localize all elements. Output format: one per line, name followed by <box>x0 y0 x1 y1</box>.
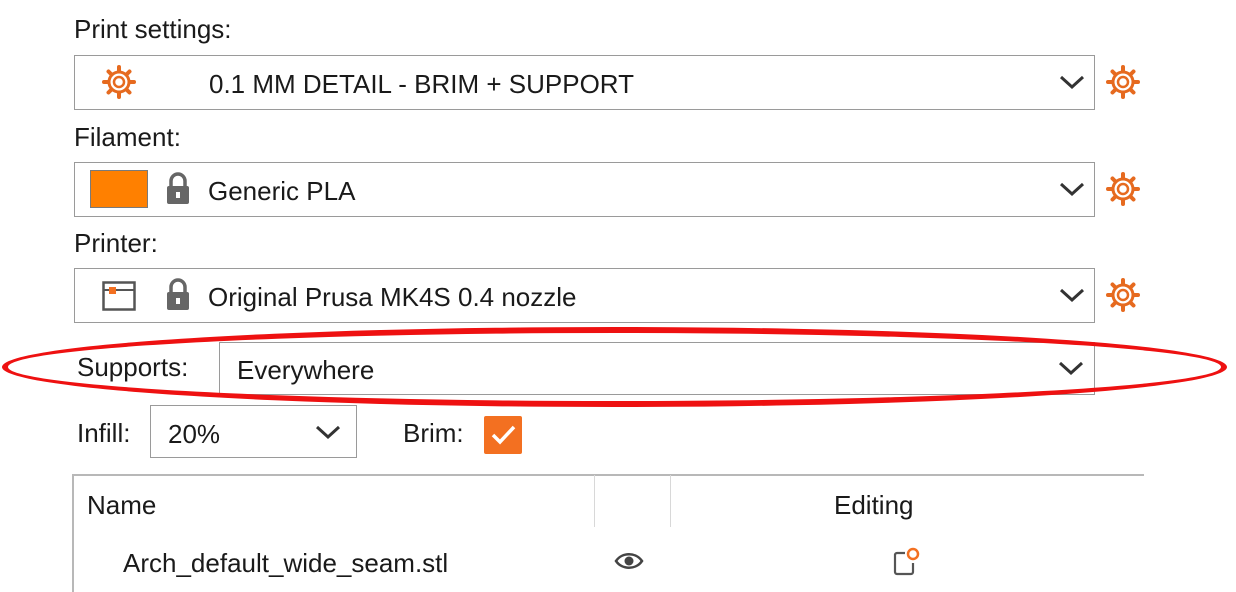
supports-combobox[interactable]: Everywhere <box>219 342 1095 395</box>
supports-value: Everywhere <box>237 355 375 385</box>
supports-label: Supports: <box>77 352 189 382</box>
printer-label: Printer: <box>74 228 158 258</box>
column-divider <box>594 475 595 527</box>
printer-edit-gear-icon[interactable] <box>1106 278 1140 312</box>
brim-checkbox[interactable] <box>484 416 522 454</box>
infill-label: Infill: <box>77 418 131 448</box>
filament-edit-gear-icon[interactable] <box>1106 172 1140 206</box>
gear-icon <box>102 65 136 99</box>
lock-icon <box>167 172 189 204</box>
filament-label: Filament: <box>74 122 181 152</box>
chevron-down-icon[interactable] <box>315 424 341 440</box>
chevron-down-icon[interactable] <box>1059 74 1085 90</box>
chevron-down-icon[interactable] <box>1059 181 1085 197</box>
edit-settings-icon[interactable] <box>892 546 922 576</box>
lock-icon <box>167 278 189 310</box>
print-settings-edit-gear-icon[interactable] <box>1106 65 1140 99</box>
infill-value: 20% <box>168 419 221 449</box>
column-header-editing[interactable]: Editing <box>834 490 914 520</box>
chevron-down-icon[interactable] <box>1059 287 1085 303</box>
filament-value: Generic PLA <box>208 176 356 206</box>
printer-value: Original Prusa MK4S 0.4 nozzle <box>208 282 577 312</box>
checkmark-icon <box>491 425 516 445</box>
printer-icon <box>102 281 136 311</box>
printer-combobox[interactable]: Original Prusa MK4S 0.4 nozzle <box>74 268 1095 323</box>
brim-label: Brim: <box>403 418 464 448</box>
column-header-name[interactable]: Name <box>87 490 156 520</box>
print-settings-label: Print settings: <box>74 14 232 44</box>
object-name: Arch_default_wide_seam.stl <box>123 548 449 578</box>
print-settings-value: 0.1 MM DETAIL - BRIM + SUPPORT <box>209 69 634 99</box>
eye-icon[interactable] <box>614 550 644 572</box>
object-list: Name Editing Arch_default_wide_seam.stl <box>72 474 1144 592</box>
chevron-down-icon[interactable] <box>1058 360 1084 376</box>
infill-combobox[interactable]: 20% <box>150 405 357 458</box>
table-row[interactable]: Arch_default_wide_seam.stl <box>73 536 1143 592</box>
object-list-top-border <box>72 474 1144 476</box>
column-divider <box>670 475 671 527</box>
filament-color-swatch <box>90 170 148 208</box>
print-settings-combobox[interactable]: 0.1 MM DETAIL - BRIM + SUPPORT <box>74 55 1095 110</box>
filament-combobox[interactable]: Generic PLA <box>74 162 1095 217</box>
